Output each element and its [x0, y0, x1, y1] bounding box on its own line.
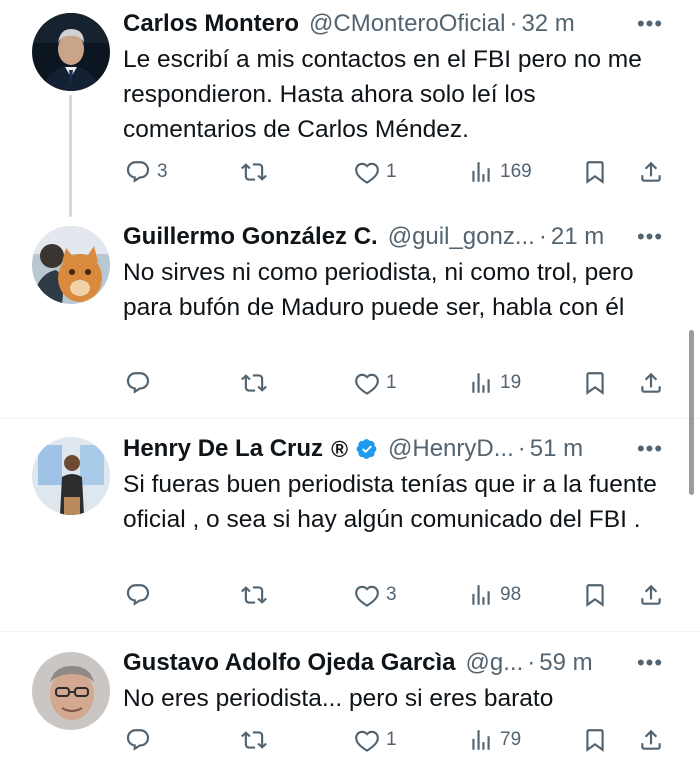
bookmark-icon — [582, 370, 608, 396]
tweet-text: Si fueras buen periodista tenías que ir … — [123, 471, 657, 533]
author-name[interactable]: Henry De La Cruz — [123, 435, 323, 463]
share-icon — [638, 370, 664, 396]
retweet-button[interactable] — [241, 363, 273, 403]
more-icon[interactable]: ••• — [637, 650, 662, 675]
view-count: 98 — [500, 584, 522, 605]
like-icon — [354, 159, 380, 185]
share-icon — [638, 727, 664, 753]
view-count: 79 — [500, 729, 522, 750]
like-count: 1 — [386, 729, 397, 750]
share-button[interactable] — [638, 363, 664, 403]
like-count: 1 — [386, 161, 397, 182]
share-button[interactable] — [638, 575, 664, 615]
reply-icon — [125, 582, 151, 608]
avatar[interactable] — [32, 13, 110, 91]
author-handle[interactable]: @HenryD... — [388, 435, 514, 463]
author-handle[interactable]: @g... — [466, 649, 524, 677]
bookmark-button[interactable] — [582, 575, 608, 615]
tweet-header: Guillermo González C. @guil_gonz... · 21… — [123, 220, 620, 254]
like-icon — [354, 370, 380, 396]
separator-dot: · — [538, 223, 547, 250]
views-button[interactable]: 19 — [468, 363, 521, 403]
separator-dot: · — [509, 10, 518, 37]
action-bar: 3 1 169 — [0, 152, 700, 192]
like-icon — [354, 727, 380, 753]
bookmark-button[interactable] — [582, 720, 608, 760]
like-button[interactable]: 1 — [354, 152, 397, 192]
scrollbar[interactable] — [689, 330, 694, 495]
like-button[interactable]: 1 — [354, 363, 397, 403]
like-button[interactable]: 3 — [354, 575, 397, 615]
more-icon[interactable]: ••• — [637, 224, 662, 249]
retweet-button[interactable] — [241, 720, 273, 760]
tweet-text: No eres periodista... pero si eres barat… — [123, 685, 554, 712]
reply-icon — [125, 727, 151, 753]
tweet-header: Carlos Montero @CMonteroOficial · 32 m — [123, 7, 620, 41]
author-handle[interactable]: @guil_gonz... — [388, 223, 535, 251]
avatar[interactable] — [32, 226, 110, 304]
like-count: 1 — [386, 372, 397, 393]
timestamp[interactable]: 21 m — [551, 223, 604, 251]
views-icon — [468, 159, 494, 185]
separator-dot: · — [527, 649, 536, 676]
reply-button[interactable] — [125, 575, 157, 615]
reply-button[interactable] — [125, 720, 157, 760]
more-icon[interactable]: ••• — [637, 11, 662, 36]
tweet-header: Henry De La Cruz ® @HenryD... · 51 m — [123, 432, 620, 466]
view-count: 19 — [500, 372, 522, 393]
reply-icon — [125, 370, 151, 396]
author-name[interactable]: Guillermo González C. — [123, 223, 378, 251]
author-handle[interactable]: @CMonteroOficial — [309, 10, 505, 38]
avatar[interactable] — [32, 437, 110, 515]
bookmark-icon — [582, 159, 608, 185]
tweet-text: Le escribí a mis contactos en el FBI per… — [123, 46, 642, 143]
reply-count: 3 — [157, 161, 168, 182]
registered-mark: ® — [331, 435, 349, 462]
view-count: 169 — [500, 161, 532, 182]
retweet-button[interactable] — [241, 152, 273, 192]
like-icon — [354, 582, 380, 608]
share-icon — [638, 582, 664, 608]
share-button[interactable] — [638, 152, 664, 192]
action-bar: 1 19 — [0, 363, 700, 403]
timestamp[interactable]: 32 m — [521, 10, 574, 38]
bookmark-button[interactable] — [582, 152, 608, 192]
like-count: 3 — [386, 584, 397, 605]
bookmark-icon — [582, 727, 608, 753]
retweet-icon — [241, 159, 267, 185]
share-button[interactable] — [638, 720, 664, 760]
bookmark-button[interactable] — [582, 363, 608, 403]
tweet-text: No sirves ni como periodista, ni como tr… — [123, 259, 634, 321]
verified-badge-icon — [356, 438, 378, 460]
avatar[interactable] — [32, 652, 110, 730]
tweet-divider — [0, 418, 700, 419]
views-button[interactable]: 98 — [468, 575, 521, 615]
bookmark-icon — [582, 582, 608, 608]
more-icon[interactable]: ••• — [637, 436, 662, 461]
views-icon — [468, 727, 494, 753]
action-bar: 3 98 — [0, 575, 700, 615]
reply-button[interactable]: 3 — [125, 152, 168, 192]
views-icon — [468, 370, 494, 396]
retweet-icon — [241, 727, 267, 753]
retweet-icon — [241, 370, 267, 396]
retweet-icon — [241, 582, 267, 608]
timestamp[interactable]: 51 m — [530, 435, 583, 463]
reply-button[interactable] — [125, 363, 157, 403]
tweet-divider — [0, 631, 700, 632]
share-icon — [638, 159, 664, 185]
retweet-button[interactable] — [241, 575, 273, 615]
timestamp[interactable]: 59 m — [539, 649, 592, 677]
views-button[interactable]: 79 — [468, 720, 521, 760]
action-bar: 1 79 — [0, 720, 700, 760]
tweet-header: Gustavo Adolfo Ojeda Garcìa @g... · 59 m — [123, 646, 620, 680]
separator-dot: · — [517, 435, 526, 462]
like-button[interactable]: 1 — [354, 720, 397, 760]
views-button[interactable]: 169 — [468, 152, 532, 192]
author-name[interactable]: Carlos Montero — [123, 10, 299, 38]
reply-icon — [125, 159, 151, 185]
author-name[interactable]: Gustavo Adolfo Ojeda Garcìa — [123, 649, 456, 677]
views-icon — [468, 582, 494, 608]
